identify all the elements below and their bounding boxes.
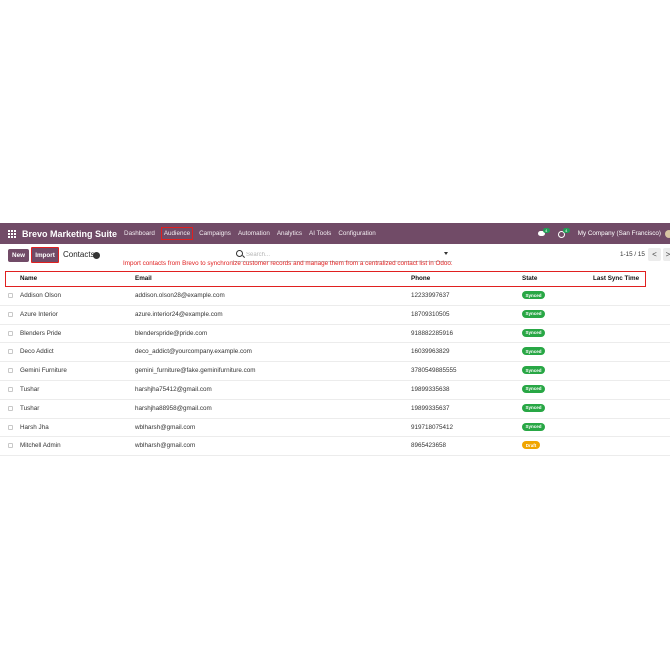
row-checkbox[interactable] (8, 424, 13, 430)
new-button[interactable]: New (8, 249, 29, 262)
contact-phone: 918882285916 (411, 329, 454, 337)
column-header-phone[interactable]: Phone (411, 275, 430, 282)
contact-name: Tushar (20, 404, 40, 412)
state-cell: Synced (522, 384, 545, 393)
search-input[interactable] (246, 249, 436, 260)
breadcrumb: Contacts (63, 250, 95, 259)
status-badge: Draft (522, 441, 540, 450)
row-checkbox[interactable] (8, 443, 13, 449)
contacts-list: Addison Olson addison.olson28@example.com… (0, 287, 670, 457)
state-cell: Synced (522, 422, 545, 431)
import-button[interactable]: Import (31, 247, 59, 263)
pager-previous-button[interactable]: < (648, 248, 661, 261)
contact-email: gemini_furniture@fake.geminifurniture.co… (135, 367, 256, 375)
contact-email: wblharsh@gmail.com (135, 442, 196, 450)
column-header-state[interactable]: State (522, 275, 537, 282)
annotation-help-text: Import contacts from Brevo to synchroniz… (123, 260, 453, 267)
row-checkbox[interactable] (8, 368, 13, 374)
state-cell: Synced (522, 403, 545, 412)
contact-email: addison.olson28@example.com (135, 292, 225, 299)
column-header-last-sync-time[interactable]: Last Sync Time (593, 275, 639, 282)
table-row[interactable]: Tushar harshjha88958@gmail.com 19899335637… (0, 400, 670, 419)
status-badge: Synced (522, 403, 545, 412)
status-badge: Synced (522, 422, 545, 431)
status-badge: Synced (522, 309, 545, 318)
search-icon[interactable] (236, 250, 243, 257)
contact-phone: 3780549885555 (411, 367, 457, 375)
table-row[interactable]: Addison Olson addison.olson28@example.com… (0, 287, 670, 306)
app-brand[interactable]: Brevo Marketing Suite (22, 229, 117, 239)
nav-campaigns[interactable]: Campaigns (199, 230, 231, 237)
contact-email: harshjha75412@gmail.com (135, 385, 212, 393)
contact-email: deco_addict@yourcompany.example.com (135, 348, 252, 356)
row-checkbox[interactable] (8, 386, 13, 392)
contact-email: wblharsh@gmail.com (135, 423, 196, 431)
row-checkbox[interactable] (8, 405, 13, 411)
chat-icon[interactable]: 4 (537, 227, 550, 239)
state-cell: Draft (522, 441, 540, 450)
navbar-systray: 4 4 My Company (San Francisco) (537, 223, 670, 244)
apps-grid-icon[interactable] (8, 229, 16, 238)
nav-automation[interactable]: Automation (238, 230, 270, 237)
contact-name: Gemini Furniture (20, 367, 67, 375)
pager-next-button[interactable]: > (663, 248, 670, 261)
status-badge: Synced (522, 328, 545, 337)
chat-badge: 4 (542, 227, 550, 233)
state-cell: Synced (522, 328, 545, 337)
contact-name: Addison Olson (20, 292, 61, 299)
status-badge: Synced (522, 384, 545, 393)
contact-name: Deco Addict (20, 348, 54, 356)
search-options-toggle-icon[interactable] (444, 252, 448, 255)
contact-phone: 19899335637 (411, 404, 450, 412)
contact-name: Tushar (20, 385, 40, 393)
gear-icon[interactable] (93, 251, 100, 259)
top-navbar: Brevo Marketing Suite Dashboard Audience… (0, 223, 670, 244)
table-row[interactable]: Azure Interior azure.interior24@example.c… (0, 306, 670, 325)
table-row[interactable]: Deco Addict deco_addict@yourcompany.examp… (0, 343, 670, 363)
row-checkbox[interactable] (8, 349, 13, 355)
state-cell: Synced (522, 291, 545, 299)
activity-clock-icon[interactable]: 4 (557, 227, 570, 239)
contact-phone: 12233997637 (411, 292, 450, 299)
column-header-email[interactable]: Email (135, 275, 152, 282)
state-cell: Synced (522, 347, 545, 356)
nav-dashboard[interactable]: Dashboard (124, 230, 155, 237)
nav-audience[interactable]: Audience (160, 227, 194, 240)
table-row[interactable]: Mitchell Admin wblharsh@gmail.com 89654236… (0, 437, 670, 457)
contact-email: blenderspride@pride.com (135, 329, 208, 337)
status-badge: Synced (522, 291, 545, 299)
pager-value[interactable]: 1-15 / 15 (620, 251, 645, 258)
contact-email: azure.interior24@example.com (135, 310, 223, 318)
state-cell: Synced (522, 309, 545, 318)
row-checkbox[interactable] (8, 330, 13, 336)
status-badge: Synced (522, 347, 545, 356)
row-checkbox[interactable] (8, 293, 13, 298)
contact-phone: 18709310505 (411, 310, 450, 318)
contact-name: Mitchell Admin (20, 442, 61, 450)
contact-phone: 16039963829 (411, 348, 450, 356)
status-badge: Synced (522, 366, 545, 375)
contact-email: harshjha88958@gmail.com (135, 404, 212, 412)
contact-name: Azure Interior (20, 310, 58, 318)
nav-analytics[interactable]: Analytics (277, 230, 302, 237)
contact-phone: 919718075412 (411, 423, 454, 431)
company-switcher[interactable]: My Company (San Francisco) (578, 230, 661, 237)
table-header: Name Email Phone State Last Sync Time (5, 271, 646, 287)
table-row[interactable]: Blenders Pride blenderspride@pride.com 918… (0, 325, 670, 344)
table-row[interactable]: Harsh Jha wblharsh@gmail.com 919718075412 S… (0, 419, 670, 438)
table-row[interactable]: Gemini Furniture gemini_furniture@fake.ge… (0, 362, 670, 381)
contact-name: Blenders Pride (20, 329, 62, 337)
contact-name: Harsh Jha (20, 423, 49, 431)
contact-phone: 19899335638 (411, 385, 450, 393)
table-row[interactable]: Tushar harshjha75412@gmail.com 19899335638… (0, 381, 670, 400)
nav-configuration[interactable]: Configuration (338, 230, 375, 237)
state-cell: Synced (522, 366, 545, 375)
nav-ai-tools[interactable]: AI Tools (309, 230, 331, 237)
user-avatar[interactable] (665, 229, 670, 238)
contact-phone: 8965423658 (411, 442, 447, 450)
activity-badge: 4 (562, 227, 570, 233)
column-header-name[interactable]: Name (20, 275, 37, 282)
row-checkbox[interactable] (8, 311, 13, 317)
